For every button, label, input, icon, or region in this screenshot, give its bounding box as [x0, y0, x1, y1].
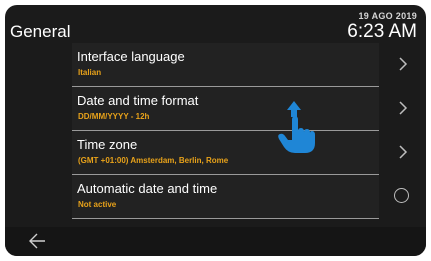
setting-label: Interface language	[77, 49, 185, 64]
setting-value: Not active	[78, 200, 117, 209]
setting-label: Automatic date and time	[77, 181, 218, 196]
date-display: 19 AGO 2019	[358, 11, 417, 21]
setting-value: Italian	[78, 68, 102, 77]
setting-value: (GMT +01:00) Amsterdam, Berlin, Rome	[78, 156, 229, 165]
time-display: 6:23 AM	[347, 21, 417, 42]
chevron-right-icon[interactable]	[394, 143, 412, 161]
screen: General 19 AGO 2019 6:23 AM Interface la…	[5, 5, 426, 256]
bottom-bar	[5, 227, 426, 256]
back-arrow-icon[interactable]	[27, 231, 47, 251]
setting-automatic-date-time[interactable]: Automatic date and time Not active	[5, 175, 426, 219]
setting-date-time-format[interactable]: Date and time format DD/MM/YYYY - 12h	[5, 87, 426, 131]
setting-label: Time zone	[77, 137, 138, 152]
radio-toggle[interactable]	[394, 188, 409, 203]
device-frame: General 19 AGO 2019 6:23 AM Interface la…	[0, 0, 431, 261]
chevron-right-icon[interactable]	[394, 99, 412, 117]
chevron-right-icon[interactable]	[394, 55, 412, 73]
swipe-up-hand-icon	[278, 101, 315, 153]
setting-label: Date and time format	[77, 93, 199, 108]
setting-interface-language[interactable]: Interface language Italian	[5, 43, 426, 87]
page-title: General	[10, 22, 71, 41]
header: General 19 AGO 2019 6:23 AM	[5, 5, 426, 43]
divider	[72, 218, 379, 219]
setting-time-zone[interactable]: Time zone (GMT +01:00) Amsterdam, Berlin…	[5, 131, 426, 175]
setting-value: DD/MM/YYYY - 12h	[78, 112, 150, 121]
